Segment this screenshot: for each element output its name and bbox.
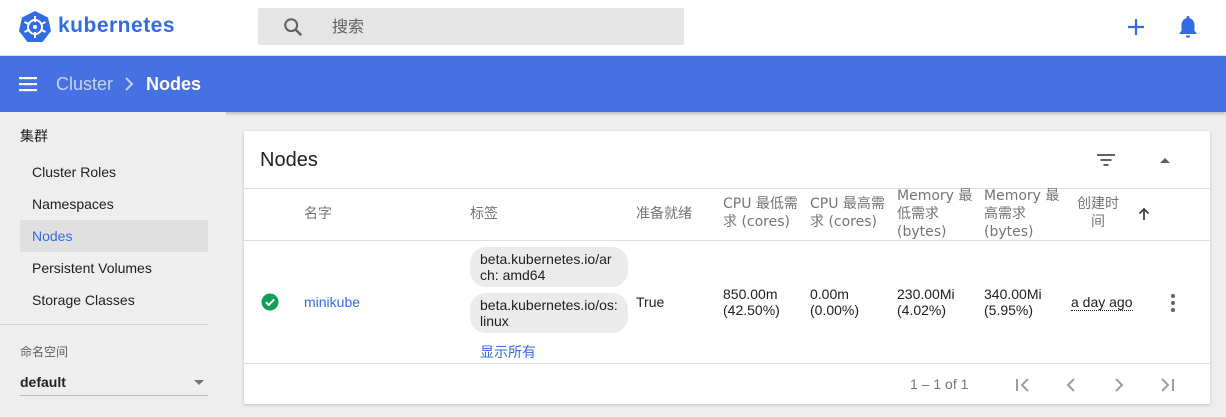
check-circle-icon	[261, 293, 279, 311]
more-vert-icon[interactable]	[1170, 293, 1176, 313]
column-header-labels: 标签	[470, 206, 498, 222]
sidebar-item-storage-classes[interactable]: Storage Classes	[20, 284, 208, 316]
namespace-label: 命名空间	[20, 345, 69, 359]
ready-value: True	[636, 294, 665, 310]
created-time: a day ago	[1071, 294, 1133, 311]
search-icon	[284, 18, 303, 37]
memory-requests-value: 230.00Mi	[897, 286, 955, 302]
card-title: Nodes	[260, 149, 318, 171]
cpu-limits-value: 0.00m	[810, 286, 849, 302]
row-divider	[244, 363, 1210, 364]
breadcrumb-cluster-link[interactable]: Cluster	[56, 74, 113, 95]
sidebar-item-nodes[interactable]: Nodes	[20, 220, 208, 252]
cpu-limits-percent: (0.00%)	[810, 302, 860, 318]
plus-icon[interactable]	[1124, 15, 1148, 39]
label-chip: beta.kubernetes.io/os: linux	[470, 293, 628, 333]
column-header-created[interactable]: 创建时间	[1076, 195, 1120, 231]
bell-icon[interactable]	[1176, 14, 1200, 40]
dropdown-arrow-icon	[194, 380, 204, 385]
label-chip: beta.kubernetes.io/arch: amd64	[470, 247, 628, 287]
search-input[interactable]	[332, 15, 662, 37]
pagination-range: 1 – 1 of 1	[910, 376, 969, 392]
column-header-ready: 准备就绪	[636, 206, 692, 222]
header-divider	[244, 188, 1210, 189]
column-header-memory-limits: Memory 最高需求 (bytes)	[984, 188, 1060, 240]
page-header: Cluster Nodes	[0, 56, 1226, 112]
last-page-icon[interactable]	[1158, 376, 1176, 394]
namespace-select[interactable]: default	[20, 370, 208, 396]
memory-requests-percent: (4.02%)	[897, 302, 947, 318]
sidebar-item-persistent-volumes[interactable]: Persistent Volumes	[20, 252, 208, 284]
memory-limits-value: 340.00Mi	[984, 286, 1042, 302]
sidebar: 集群 Cluster Roles Namespaces Nodes Persis…	[0, 112, 226, 417]
row-divider	[244, 240, 1210, 241]
sidebar-item-cluster-roles[interactable]: Cluster Roles	[20, 156, 208, 188]
previous-page-icon[interactable]	[1062, 376, 1080, 394]
filter-icon[interactable]	[1096, 152, 1116, 168]
next-page-icon[interactable]	[1110, 376, 1128, 394]
search-box[interactable]	[258, 8, 684, 45]
node-name-link[interactable]: minikube	[304, 294, 360, 310]
top-bar: kubernetes	[0, 0, 1226, 56]
kubernetes-logo-icon[interactable]	[18, 10, 52, 44]
cpu-requests-value: 850.00m	[723, 286, 778, 302]
breadcrumb-current: Nodes	[146, 74, 202, 94]
sidebar-item-namespaces[interactable]: Namespaces	[20, 188, 208, 220]
menu-icon[interactable]	[18, 74, 40, 94]
cpu-requests-percent: (42.50%)	[723, 302, 780, 318]
sidebar-section-title[interactable]: 集群	[20, 126, 48, 146]
show-all-labels-link[interactable]: 显示所有	[480, 342, 536, 362]
sidebar-divider	[0, 324, 208, 325]
collapse-icon[interactable]	[1158, 155, 1172, 165]
column-header-memory-requests: Memory 最低需求 (bytes)	[897, 188, 973, 240]
column-header-cpu-requests: CPU 最低需求 (cores)	[723, 196, 798, 230]
column-header-cpu-limits: CPU 最高需求 (cores)	[810, 196, 885, 230]
nodes-card: Nodes 名字 标签 准备就绪 CPU 最低需求 (cores) CPU 最高…	[244, 131, 1210, 404]
arrow-up-sort-icon[interactable]	[1138, 207, 1150, 221]
brand-name[interactable]: kubernetes	[58, 14, 175, 38]
memory-limits-percent: (5.95%)	[984, 302, 1034, 318]
column-header-name[interactable]: 名字	[304, 205, 332, 223]
first-page-icon[interactable]	[1014, 376, 1032, 394]
namespace-value: default	[20, 374, 66, 390]
chevron-right-icon	[125, 77, 134, 91]
